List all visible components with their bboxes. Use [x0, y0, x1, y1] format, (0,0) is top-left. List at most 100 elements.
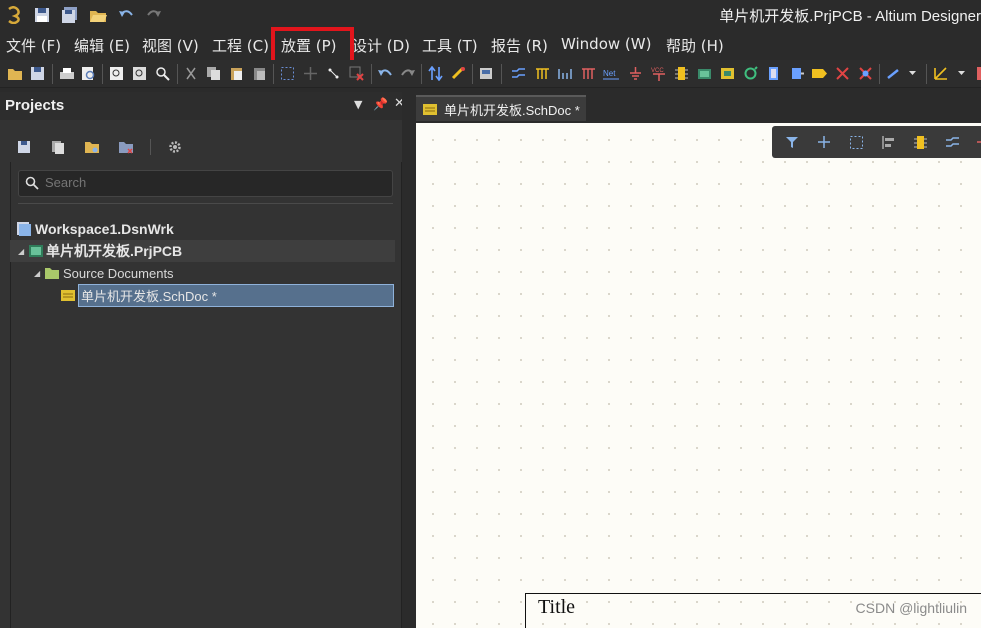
cut-icon[interactable] — [182, 65, 199, 82]
panel-toolbar — [14, 136, 185, 158]
schematic-sheet[interactable] — [416, 123, 981, 628]
part-icon[interactable] — [673, 65, 690, 82]
redo-icon[interactable] — [144, 5, 164, 25]
main-toolbar: Net VCC — [0, 60, 981, 88]
move-selection-icon[interactable] — [325, 65, 342, 82]
schematic-doc-icon — [61, 290, 75, 301]
paste-icon[interactable] — [228, 65, 245, 82]
select-area-icon[interactable] — [279, 65, 296, 82]
no-erc-icon[interactable] — [834, 65, 851, 82]
title-bar: 单片机开发板.PrjPCB - Altium Designer — [0, 0, 981, 30]
bus-icon[interactable] — [534, 65, 551, 82]
zoom-selected-icon[interactable] — [154, 65, 171, 82]
open-folder-icon[interactable] — [88, 5, 108, 25]
undo-icon[interactable] — [116, 5, 136, 25]
toolbar-separator — [150, 139, 151, 155]
save-icon[interactable] — [32, 5, 52, 25]
device-sheet-icon[interactable] — [742, 65, 759, 82]
cross-probe-icon[interactable] — [450, 65, 467, 82]
clear-selection-icon[interactable] — [348, 65, 365, 82]
rubber-stamp-icon[interactable] — [251, 65, 268, 82]
app-logo-icon[interactable] — [4, 5, 24, 25]
save-all-icon[interactable] — [60, 5, 80, 25]
port-icon[interactable] — [765, 65, 782, 82]
project-options-icon[interactable] — [82, 137, 102, 157]
sheet-symbol-icon[interactable] — [696, 65, 713, 82]
print-icon[interactable] — [58, 65, 75, 82]
search-input[interactable] — [45, 175, 345, 190]
port-label-icon[interactable] — [811, 65, 828, 82]
menu-window[interactable]: Window (W) — [561, 35, 651, 53]
compile-icon[interactable] — [48, 137, 68, 157]
open-icon[interactable] — [6, 65, 23, 82]
tree-item-project[interactable]: ◢ 单片机开发板.PrjPCB — [10, 240, 395, 262]
select-area-icon[interactable] — [848, 134, 864, 150]
save-icon[interactable] — [14, 137, 34, 157]
svg-text:VCC: VCC — [651, 68, 664, 74]
panel-menu-icon[interactable]: ▼ — [354, 98, 362, 111]
watermark: CSDN @lightliulin — [855, 600, 967, 616]
more-tools-icon[interactable] — [972, 134, 981, 150]
menu-project[interactable]: 工程 (C) — [212, 35, 269, 56]
off-sheet-connector-icon[interactable] — [788, 65, 805, 82]
schematic-doc-icon — [423, 103, 437, 115]
tree-item-source-documents[interactable]: ◢ Source Documents — [34, 262, 174, 284]
menu-tools[interactable]: 工具 (T) — [422, 35, 478, 56]
copy-icon[interactable] — [205, 65, 222, 82]
print-preview-icon[interactable] — [80, 65, 97, 82]
gnd-port-icon[interactable] — [627, 65, 644, 82]
vcc-port-icon[interactable]: VCC — [650, 65, 667, 82]
workspace-label: Workspace1.DsnWrk — [35, 221, 174, 237]
save-icon[interactable] — [29, 65, 46, 82]
chevron-down-icon[interactable] — [904, 65, 921, 82]
overflow-icon[interactable] — [972, 65, 981, 82]
sheet-entry-icon[interactable] — [719, 65, 736, 82]
measure-icon[interactable] — [932, 65, 949, 82]
menu-bar: 文件 (F) 编辑 (E) 视图 (V) 工程 (C) 放置 (P) 设计 (D… — [0, 31, 981, 59]
compile-mask-icon[interactable] — [857, 65, 874, 82]
search-box[interactable] — [18, 170, 393, 197]
add-to-project-icon[interactable] — [116, 137, 136, 157]
tree-item-schdoc[interactable]: 单片机开发板.SchDoc * — [60, 283, 395, 307]
hierarchy-up-down-icon[interactable] — [427, 65, 444, 82]
wire-icon[interactable] — [944, 134, 960, 150]
browse-library-icon[interactable] — [478, 65, 495, 82]
panel-splitter[interactable] — [402, 92, 414, 628]
gear-icon[interactable] — [165, 137, 185, 157]
zoom-fit-icon[interactable] — [108, 65, 125, 82]
search-icon — [25, 176, 39, 190]
line-draw-icon[interactable] — [885, 65, 902, 82]
quick-access-toolbar — [4, 0, 164, 30]
menu-help[interactable]: 帮助 (H) — [666, 35, 724, 56]
wire-icon[interactable] — [510, 65, 527, 82]
project-label: 单片机开发板.PrjPCB — [46, 243, 183, 259]
redo-icon[interactable] — [399, 65, 416, 82]
active-bar — [772, 126, 981, 158]
align-icon[interactable] — [880, 134, 896, 150]
bus-entry-icon[interactable] — [557, 65, 574, 82]
part-icon[interactable] — [912, 134, 928, 150]
move-icon[interactable] — [816, 134, 832, 150]
net-label-icon[interactable]: Net — [603, 65, 620, 82]
harness-icon[interactable] — [580, 65, 597, 82]
menu-file[interactable]: 文件 (F) — [6, 35, 61, 56]
tree-item-workspace[interactable]: Workspace1.DsnWrk — [16, 218, 174, 240]
expand-arrow-icon[interactable]: ◢ — [18, 247, 28, 256]
filter-icon[interactable] — [784, 134, 800, 150]
menu-edit[interactable]: 编辑 (E) — [74, 35, 130, 56]
title-block-label: Title — [538, 596, 576, 618]
folder-icon — [45, 268, 59, 279]
svg-text:Net: Net — [603, 69, 616, 78]
undo-icon[interactable] — [376, 65, 393, 82]
expand-arrow-icon[interactable]: ◢ — [34, 269, 44, 278]
zoom-area-icon[interactable] — [131, 65, 148, 82]
chevron-down-icon[interactable] — [953, 65, 970, 82]
move-icon[interactable] — [302, 65, 319, 82]
tab-schdoc[interactable]: 单片机开发板.SchDoc * — [416, 95, 586, 121]
pin-icon[interactable]: 📌 — [373, 97, 388, 111]
menu-reports[interactable]: 报告 (R) — [491, 35, 548, 56]
menu-view[interactable]: 视图 (V) — [142, 35, 199, 56]
workspace-icon — [17, 222, 31, 236]
menu-design[interactable]: 设计 (D) — [352, 35, 410, 56]
schdoc-label: 单片机开发板.SchDoc * — [78, 283, 394, 307]
